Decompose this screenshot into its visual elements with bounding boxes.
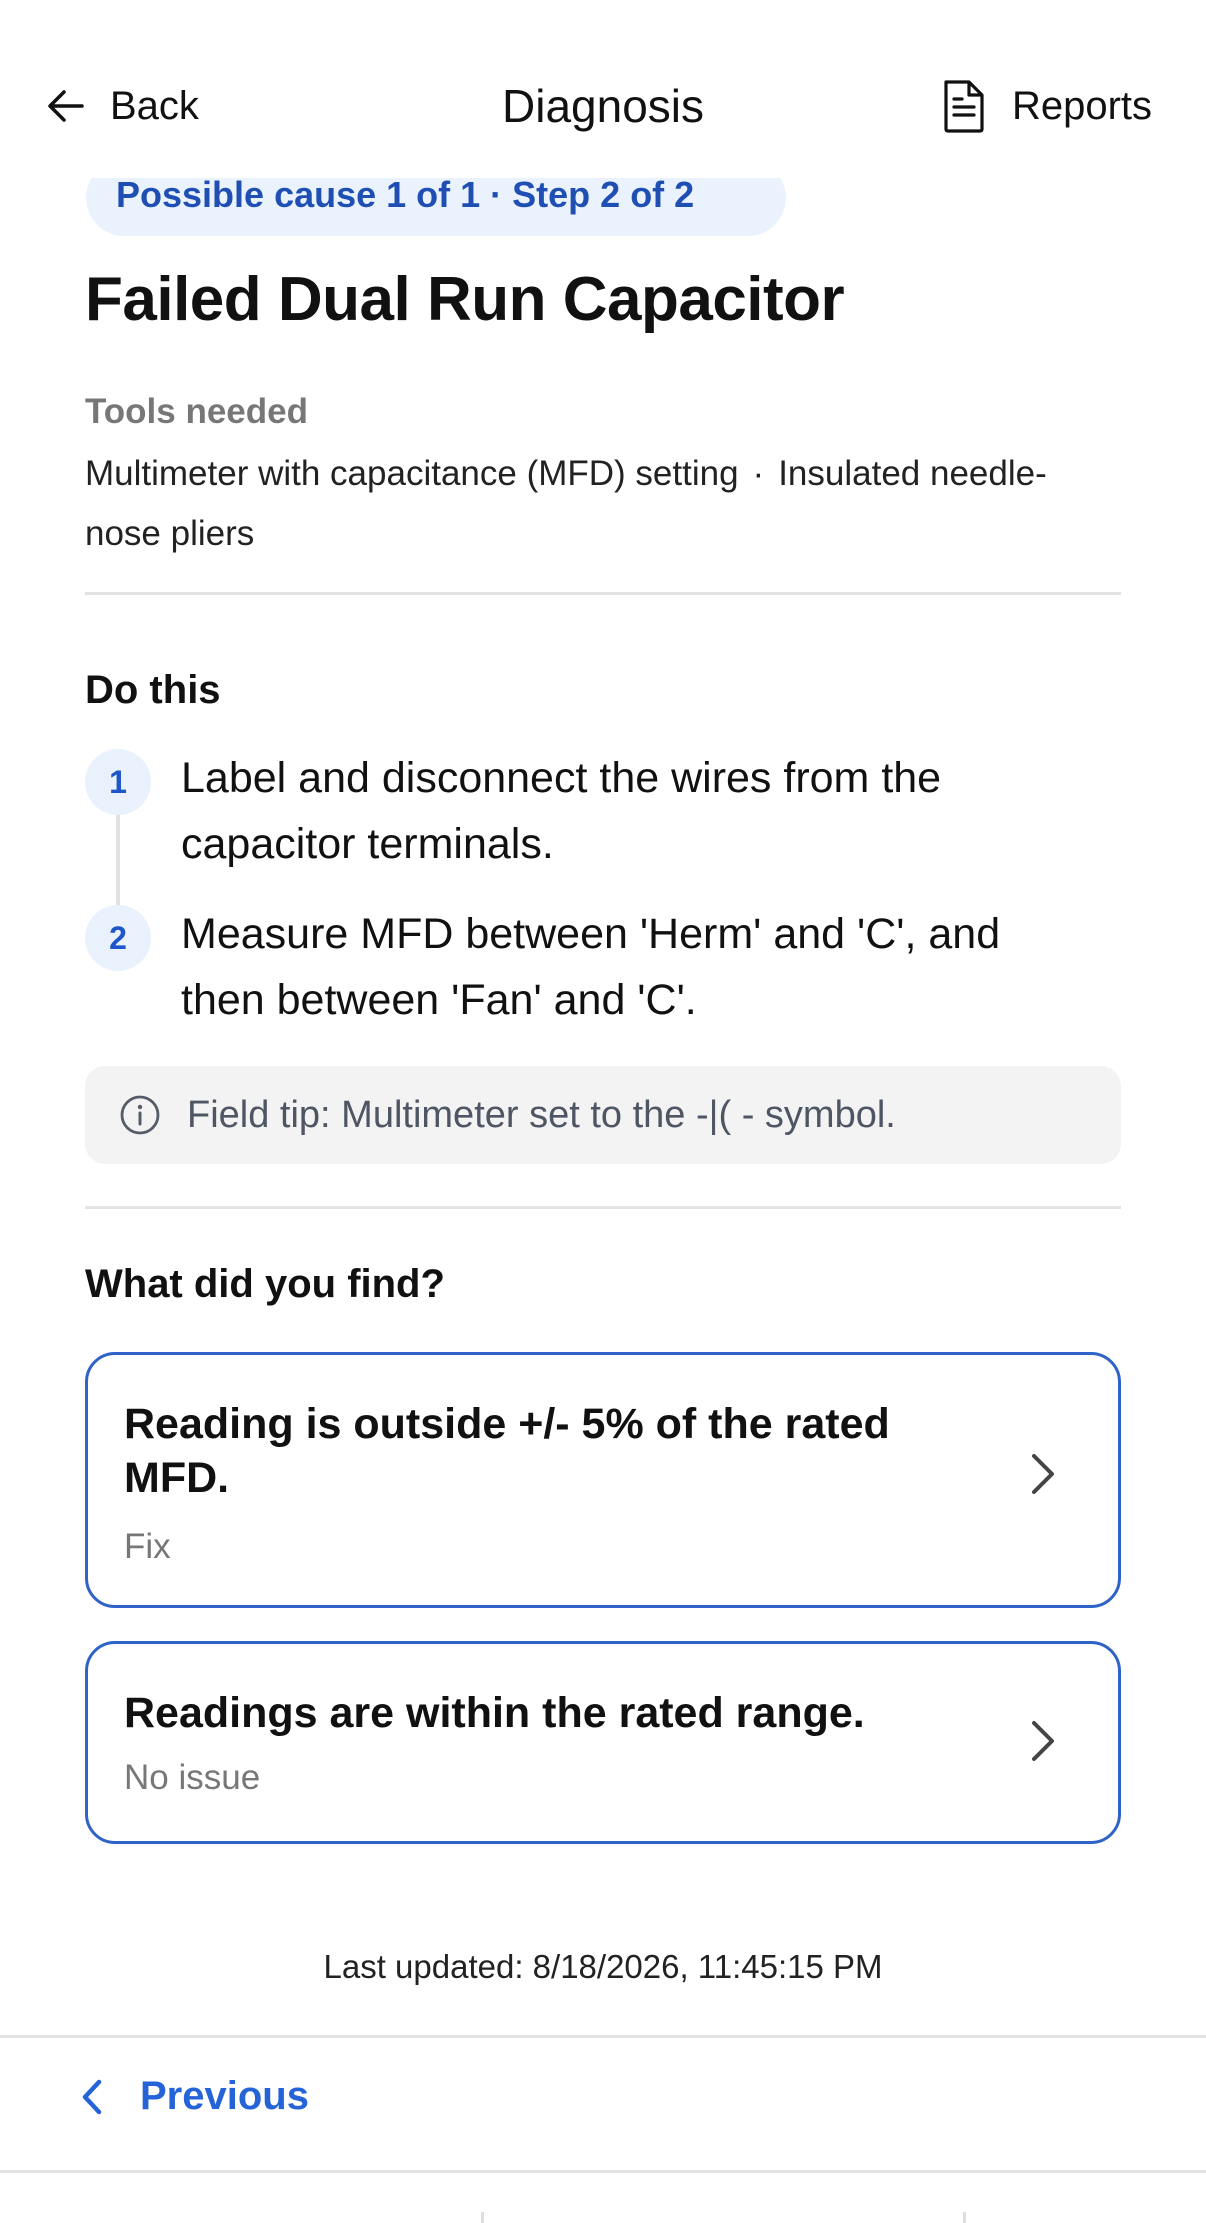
- field-tip-text: Field tip: Multimeter set to the -|( - s…: [187, 1093, 896, 1136]
- step-item: 2 Measure MFD between 'Herm' and 'C', an…: [85, 901, 1121, 1033]
- step-badge: 2: [85, 905, 151, 971]
- top-bar: Back Diagnosis Reports: [0, 0, 1206, 178]
- previous-button[interactable]: Previous: [80, 2074, 309, 2119]
- step-text: Measure MFD between 'Herm' and 'C', and …: [181, 910, 1001, 1024]
- info-icon: [120, 1095, 160, 1135]
- divider: [85, 592, 1121, 595]
- tool-item: Multimeter with capacitance (MFD) settin…: [85, 454, 739, 493]
- field-tip: Field tip: Multimeter set to the -|( - s…: [85, 1066, 1121, 1164]
- chevron-left-icon: [82, 2079, 102, 2114]
- chevron-right-icon: [1032, 1454, 1054, 1494]
- step-connector: [116, 815, 120, 905]
- footer-divider: [0, 2035, 1206, 2038]
- previous-label: Previous: [140, 2074, 309, 2118]
- finding-option-subtitle: Fix: [124, 1527, 171, 1566]
- finding-option-subtitle: No issue: [124, 1758, 261, 1797]
- tab-separator: [963, 2212, 966, 2223]
- reports-label: Reports: [1011, 83, 1152, 128]
- tool-separator: ·: [752, 454, 765, 493]
- step-badge: 1: [85, 749, 151, 815]
- step-text: Label and disconnect the wires from the …: [181, 754, 942, 868]
- divider: [85, 1206, 1121, 1209]
- finding-option-fix[interactable]: Reading is outside +/- 5% of the rated M…: [85, 1352, 1121, 1608]
- last-updated: Last updated: 8/18/2026, 11:45:15 PM: [323, 1948, 883, 1985]
- tab-separator: [481, 2212, 484, 2223]
- tools-list: Multimeter with capacitance (MFD) settin…: [85, 444, 1065, 564]
- step-list: 1 Label and disconnect the wires from th…: [85, 745, 1121, 1033]
- document-icon: [944, 80, 984, 133]
- chevron-right-icon: [1032, 1721, 1054, 1761]
- finding-option-title: Reading is outside +/- 5% of the rated M…: [124, 1400, 890, 1502]
- reports-button[interactable]: Reports: [938, 76, 1152, 136]
- tab-bar-divider: [0, 2170, 1206, 2173]
- progress-pill-text: Possible cause 1 of 1 · Step 2 of 2: [116, 174, 695, 215]
- tools-label: Tools needed: [85, 392, 308, 431]
- finding-option-no-issue[interactable]: Readings are within the rated range. No …: [85, 1641, 1121, 1844]
- finding-option-title: Readings are within the rated range.: [124, 1689, 865, 1737]
- do-this-heading: Do this: [85, 668, 221, 712]
- step-item: 1 Label and disconnect the wires from th…: [85, 745, 1121, 905]
- findings-heading: What did you find?: [85, 1262, 445, 1306]
- cause-title: Failed Dual Run Capacitor: [85, 265, 845, 334]
